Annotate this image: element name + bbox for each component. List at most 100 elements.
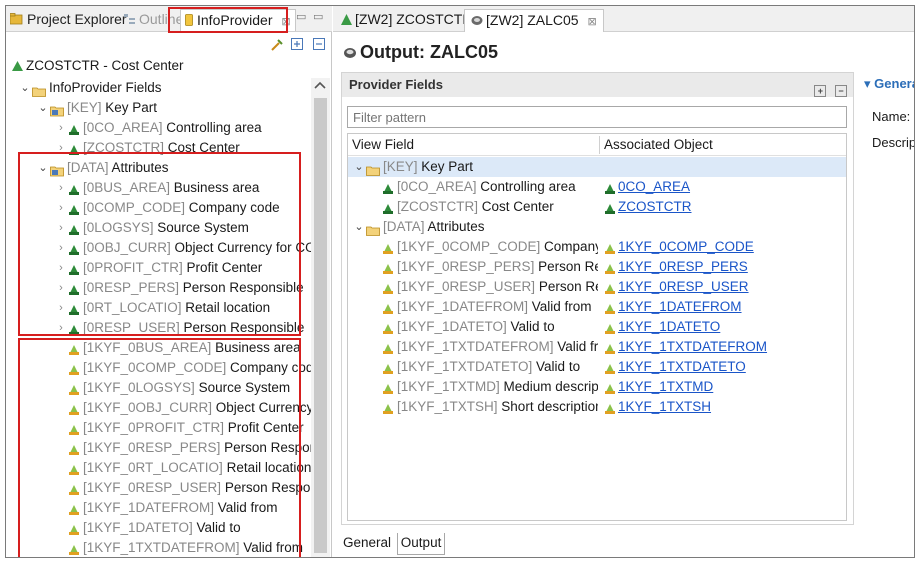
associated-object-link[interactable]: 1KYF_0COMP_CODE: [618, 239, 754, 254]
view-field-cell: [1KYF_1DATETO] Valid to: [382, 317, 598, 337]
associated-object-cell: 1KYF_0RESP_USER: [604, 277, 749, 297]
table-row[interactable]: [1KYF_0COMP_CODE] Company coc 1KYF_0COMP_…: [348, 237, 846, 257]
column-header-view-field[interactable]: View Field: [352, 134, 414, 156]
view-field-technical-name: [1KYF_0COMP_CODE]: [397, 239, 541, 254]
char-icon: [604, 181, 616, 195]
associated-object-link[interactable]: 1KYF_1DATEFROM: [618, 299, 742, 314]
tree-item[interactable]: › [0CO_AREA] Controlling area: [6, 118, 262, 138]
scroll-thumb[interactable]: [314, 98, 327, 553]
tab-zalc05[interactable]: [ZW2] ZALC05 ⊠: [464, 9, 604, 32]
associated-object-link[interactable]: 1KYF_1TXTMD: [618, 379, 713, 394]
collapse-icon[interactable]: ⌄: [352, 157, 366, 177]
tab-general[interactable]: General: [341, 533, 393, 555]
associated-object-link[interactable]: ZCOSTCTR: [618, 199, 692, 214]
tree-item[interactable]: ⌄ InfoProvider Fields: [6, 78, 162, 98]
provider-fields-table: View Field Associated Object ⌄ [KEY] Key …: [347, 133, 847, 521]
column-separator: [599, 136, 600, 154]
tab-label: [ZW2] ZALC05: [486, 12, 579, 28]
collapse-icon[interactable]: ⌄: [36, 98, 50, 118]
expand-icon[interactable]: ›: [54, 118, 68, 138]
table-row[interactable]: [1KYF_1TXTMD] Medium descriptior 1KYF_1TX…: [348, 377, 846, 397]
tab-project-explorer[interactable]: Project Explorer: [9, 9, 127, 31]
filter-input[interactable]: [347, 106, 847, 128]
view-field-technical-name: [1KYF_0RESP_USER]: [397, 279, 536, 294]
view-field-label: Key Part: [417, 159, 474, 174]
view-field-label: Valid from: [528, 299, 592, 314]
section-header: Provider Fields + −: [342, 73, 853, 97]
tab-zcostctr[interactable]: [ZW2] ZCOSTCTR: [335, 9, 478, 32]
table-row[interactable]: ⌄ [DATA] Attributes: [348, 217, 846, 237]
editor-pane: [ZW2] ZCOSTCTR [ZW2] ZALC05 ⊠ Output: ZA…: [333, 6, 914, 557]
infoprovider-root-icon: [12, 59, 23, 74]
field-icon: [604, 341, 616, 355]
collapse-all-icon[interactable]: −: [835, 85, 847, 97]
associated-object-link[interactable]: 0CO_AREA: [618, 179, 690, 194]
output-icon: [343, 43, 357, 64]
associated-object-cell: 1KYF_1TXTSH: [604, 397, 711, 417]
collapse-icon[interactable]: ⌄: [352, 217, 366, 237]
field-icon: [382, 261, 394, 275]
folder-icon: [366, 162, 380, 176]
table-row[interactable]: [1KYF_1TXTDATEFROM] Valid from 1KYF_1TXTD…: [348, 337, 846, 357]
maximize-icon[interactable]: ▭: [313, 10, 323, 23]
table-row[interactable]: ⌄ [KEY] Key Part: [348, 157, 846, 177]
scroll-up-icon[interactable]: [314, 81, 326, 92]
tree-scrollbar[interactable]: [311, 78, 330, 557]
view-field-technical-name: [0CO_AREA]: [397, 179, 477, 194]
left-pane: Project Explorer Outline InfoProvider ⊠ …: [6, 6, 332, 557]
column-header-associated-object[interactable]: Associated Object: [604, 134, 713, 156]
associated-object-link[interactable]: 1KYF_1DATETO: [618, 319, 720, 334]
outline-icon: [124, 10, 135, 30]
table-row[interactable]: [1KYF_0RESP_PERS] Person Responsi 1KYF_0R…: [348, 257, 846, 277]
table-row[interactable]: [1KYF_1DATETO] Valid to 1KYF_1DATETO: [348, 317, 846, 337]
collapse-icon[interactable]: ⌄: [18, 78, 32, 98]
expand-all-icon[interactable]: [291, 37, 305, 52]
editor-tab-bar: [ZW2] ZCOSTCTR [ZW2] ZALC05 ⊠: [333, 6, 914, 32]
field-icon: [604, 261, 616, 275]
eclipse-window: Project Explorer Outline InfoProvider ⊠ …: [5, 5, 915, 558]
editor-page-tabs: General Output: [341, 533, 446, 555]
view-field-cell: [1KYF_1DATEFROM] Valid from: [382, 297, 598, 317]
field-icon: [382, 241, 394, 255]
field-icon: [382, 321, 394, 335]
field-icon: [382, 401, 394, 415]
char-icon: [382, 181, 394, 195]
folder-icon: [366, 222, 380, 236]
general-section-header[interactable]: ▾ General: [864, 72, 914, 96]
char-icon: [68, 122, 80, 136]
tab-output[interactable]: Output: [396, 533, 446, 555]
tree-item-technical-name: [0CO_AREA]: [83, 120, 163, 135]
project-explorer-icon: [9, 10, 23, 30]
table-row[interactable]: [1KYF_1DATEFROM] Valid from 1KYF_1DATEFRO…: [348, 297, 846, 317]
field-icon: [604, 301, 616, 315]
field-icon: [604, 321, 616, 335]
tree-item[interactable]: ⌄ [KEY] Key Part: [6, 98, 157, 118]
associated-object-link[interactable]: 1KYF_0RESP_USER: [618, 279, 749, 294]
highlight-box-attributes: [18, 152, 301, 336]
view-field-cell: ⌄ [KEY] Key Part: [352, 157, 598, 177]
field-icon: [604, 401, 616, 415]
associated-object-link[interactable]: 1KYF_1TXTDATETO: [618, 359, 746, 374]
view-field-label: Person Responsi: [538, 259, 598, 274]
link-editor-icon[interactable]: [270, 38, 284, 52]
associated-object-link[interactable]: 1KYF_1TXTSH: [618, 399, 711, 414]
view-field-cell: [1KYF_1TXTSH] Short description: [382, 397, 598, 417]
expand-icon[interactable]: ▾: [864, 76, 871, 91]
view-field-cell: [1KYF_1TXTDATETO] Valid to: [382, 357, 598, 377]
associated-object-cell: 1KYF_1DATETO: [604, 317, 720, 337]
associated-object-link[interactable]: 1KYF_0RESP_PERS: [618, 259, 748, 274]
field-icon: [382, 381, 394, 395]
general-section-title: General: [874, 76, 914, 91]
associated-object-link[interactable]: 1KYF_1TXTDATEFROM: [618, 339, 767, 354]
table-row[interactable]: [1KYF_1TXTSH] Short description 1KYF_1TXT…: [348, 397, 846, 417]
minimize-icon[interactable]: ▭: [296, 10, 306, 23]
expand-all-icon[interactable]: +: [814, 85, 827, 97]
collapse-all-icon[interactable]: [313, 37, 327, 52]
table-row[interactable]: [1KYF_0RESP_USER] Person Respons 1KYF_0RE…: [348, 277, 846, 297]
close-icon[interactable]: ⊠: [587, 16, 596, 28]
tree-item-label: Controlling area: [162, 120, 262, 135]
view-field-cell: [1KYF_0RESP_PERS] Person Responsi: [382, 257, 598, 277]
table-row[interactable]: [ZCOSTCTR] Cost Center ZCOSTCTR: [348, 197, 846, 217]
table-row[interactable]: [1KYF_1TXTDATETO] Valid to 1KYF_1TXTDATET…: [348, 357, 846, 377]
table-row[interactable]: [0CO_AREA] Controlling area 0CO_AREA: [348, 177, 846, 197]
